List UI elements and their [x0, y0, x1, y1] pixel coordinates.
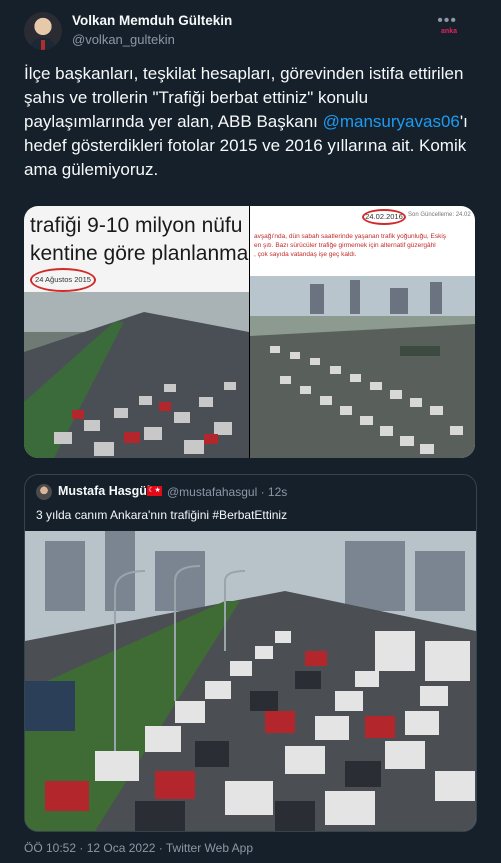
tweet-timestamp[interactable]: ÖÖ 10:52 · 12 Oca 2022 · Twitter Web App: [24, 841, 253, 855]
quoted-tweet-text: 3 yılda canım Ankara'nın trafiğini #Berb…: [36, 508, 288, 522]
photo-newspaper-2015[interactable]: trafiği 9-10 milyon nüfu kentine göre pl…: [24, 206, 249, 458]
author-name[interactable]: Volkan Memduh Gültekin: [72, 13, 232, 28]
author-handle[interactable]: @volkan_gultekin: [72, 32, 175, 47]
tweet-text: İlçe başkanları, teşkilat hesapları, gör…: [24, 62, 479, 182]
photo2-meta: Son Güncelleme: 24.02: [408, 212, 471, 218]
photo1-traffic-image: [24, 292, 249, 458]
turkey-flag-icon: ☾★: [147, 486, 162, 496]
photo-newspaper-2016[interactable]: 24.02.2016 Son Güncelleme: 24.02 avşağı'…: [250, 206, 475, 458]
quoted-author-avatar[interactable]: [36, 484, 52, 500]
brand-label: anka: [441, 28, 457, 35]
photo2-date: 24.02.2016: [362, 209, 406, 225]
quoted-tweet[interactable]: Mustafa Hasgül ☾★ @mustafahasgul · 12s 3…: [24, 474, 477, 832]
photo2-article-text: avşağı'nda, dün sabah saatlerinde yaşana…: [254, 232, 472, 259]
quoted-author-handle[interactable]: @mustafahasgul · 12s: [167, 485, 287, 499]
photo2-traffic-image: [250, 276, 475, 458]
tweet-header: Volkan Memduh Gültekin @volkan_gultekin …: [24, 12, 487, 52]
quoted-traffic-image[interactable]: [25, 531, 476, 831]
photo1-headline-line1: trafiği 9-10 milyon nüfu: [30, 214, 243, 237]
quoted-author-name[interactable]: Mustafa Hasgül: [58, 484, 150, 498]
photo1-date: 24 Ağustos 2015: [30, 268, 96, 292]
photo2-line1: avşağı'nda, dün sabah saatlerinde yaşana…: [254, 233, 447, 240]
mention-link[interactable]: @mansuryavas06: [323, 112, 460, 131]
photo2-line3: , çok sayıda vatandaş işe geç kaldı.: [254, 251, 357, 258]
photo1-headline-line2: kentine göre planlanma: [30, 242, 249, 265]
photo2-line2: en şıtı. Bazı sürücüler trafiğe girmemek…: [254, 242, 436, 249]
photo-grid: trafiği 9-10 milyon nüfu kentine göre pl…: [24, 206, 475, 458]
photo1-headline: trafiği 9-10 milyon nüfu kentine göre pl…: [30, 212, 248, 268]
author-avatar[interactable]: [24, 12, 62, 50]
